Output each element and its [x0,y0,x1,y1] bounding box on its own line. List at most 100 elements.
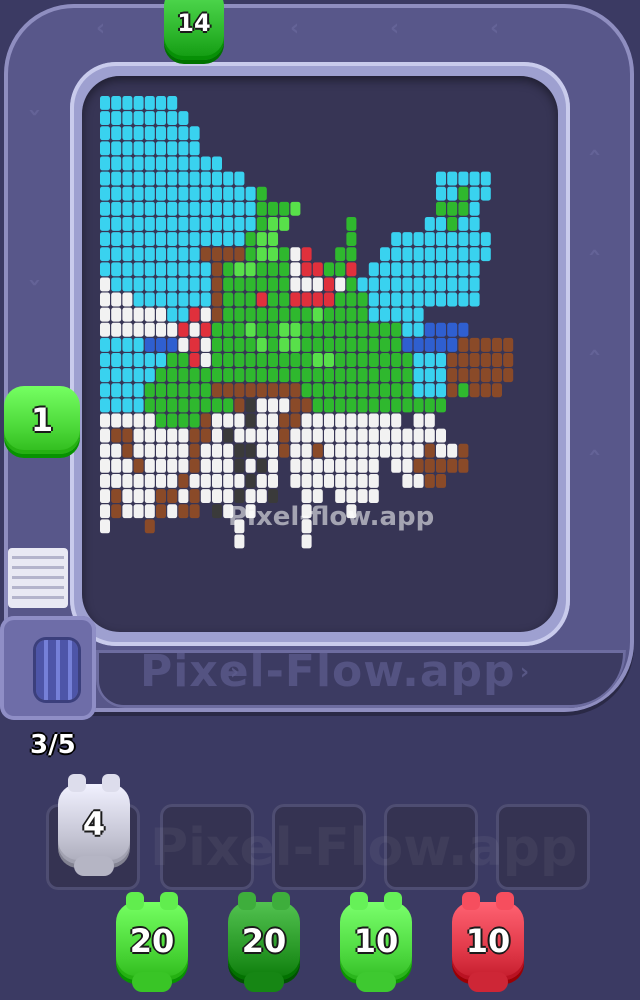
pixel-block [144,474,155,488]
pixel-block [380,428,390,443]
pixel-block [212,186,222,201]
pixel-block [245,489,256,504]
pixel-block [156,277,166,292]
pixel-block [167,201,178,216]
pixel-block [256,201,267,216]
pixel-block [480,368,491,383]
shooter-on-track[interactable]: 1 [4,386,80,454]
shooter-on-track[interactable]: 14 [164,0,224,60]
pixel-block [290,428,301,443]
pixel-block [268,307,278,322]
ear-icon [238,892,256,910]
pixel-block [189,201,200,216]
pixel-block [144,201,155,216]
pixel-block [256,413,267,428]
pixel-block [144,186,155,201]
pixel-block [234,262,245,277]
pixel-block [212,428,222,443]
pixel-block [458,443,469,458]
pixel-block [290,247,301,262]
pixel-block [122,428,133,443]
pixel-block [100,171,110,186]
pixel-block [402,232,413,246]
pixel-block [492,353,502,367]
pixel-block [424,262,435,277]
pixel-block [144,111,155,126]
pixel-block [144,458,155,473]
shooter-count: 4 [82,805,106,843]
pixel-block [469,171,480,186]
pixel-block [156,307,166,322]
pixel-block [144,383,155,398]
pixel-block [122,201,133,216]
pixel-block [156,216,166,231]
pixel-block [122,126,133,141]
pixel-block [245,232,256,246]
pixel-block [100,383,110,398]
pixel-block [312,292,323,307]
pixel-block [301,353,312,367]
pixel-block [167,262,178,277]
pixel-block [391,458,402,473]
pixel-block [368,398,379,413]
pixel-block [122,398,133,413]
pixel-block [156,398,166,413]
pixel-block [144,322,155,337]
pixel-block [111,383,122,398]
pixel-block [413,443,424,458]
pixel-block [223,413,234,428]
pixel-block [212,232,222,246]
pixel-block [301,428,312,443]
pixel-block [111,96,122,110]
pixel-block [256,186,267,201]
pixel-block [100,353,110,367]
pixel-block [234,443,245,458]
pixel-block [133,322,144,337]
pixel-block [167,277,178,292]
pixel-block [111,216,122,231]
shooter-queue-item[interactable]: 20 [116,892,188,992]
pixel-block [200,171,211,186]
pixel-block [156,443,166,458]
pixel-block [122,216,133,231]
pixel-block [100,111,110,126]
pixel-block [189,171,200,186]
pixel-block [156,262,166,277]
pixel-block [212,398,222,413]
pixel-block [290,292,301,307]
pixel-block [167,307,178,322]
pixel-block [368,428,379,443]
shooter-queue-item[interactable]: 10 [340,892,412,992]
pixel-block [402,322,413,337]
pixel-block [189,232,200,246]
pixel-block [413,262,424,277]
pixel-block [324,398,334,413]
pixel-block [402,262,413,277]
pixel-block [100,519,110,534]
shooter-queue-item[interactable]: 10 [452,892,524,992]
pixel-block [368,383,379,398]
pixel-block [133,383,144,398]
pixel-block [189,247,200,262]
shooter-in-slot[interactable]: 4 [58,774,130,876]
pixel-block [223,322,234,337]
pixel-block [324,474,334,488]
pixel-block [189,353,200,367]
pixel-block [167,474,178,488]
pixel-block [178,368,189,383]
shooter-queue-item[interactable]: 20 [228,892,300,992]
pixel-block [279,413,290,428]
pixel-block [133,474,144,488]
pixel-block [200,247,211,262]
pixel-block [268,428,278,443]
pixel-block [391,368,402,383]
pixel-block [346,353,357,367]
pixel-block [480,337,491,352]
pixel-block [200,262,211,277]
track-arrow-icon: ‹ [290,16,300,41]
pixel-block [156,232,166,246]
pixel-block [223,186,234,201]
pixel-block [312,277,323,292]
pixel-block [357,307,368,322]
pixel-block [424,232,435,246]
